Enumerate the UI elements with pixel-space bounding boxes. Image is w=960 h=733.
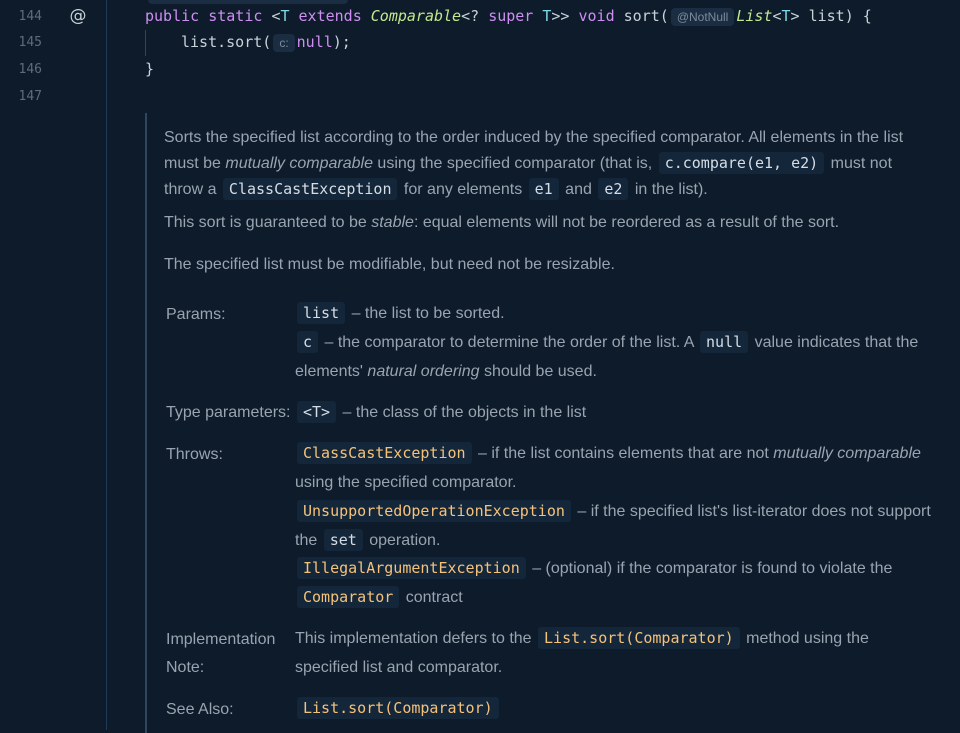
code-snippet: <T> — [297, 401, 337, 423]
see-also: List.sort(Comparator) — [295, 694, 935, 723]
doc-text: – (optional) if the comparator is found … — [527, 560, 893, 577]
doc-text: using the specified comparator (that is, — [372, 155, 657, 172]
doc-text: operation. — [364, 532, 441, 549]
indent-guide — [145, 30, 146, 56]
keyword: null — [296, 33, 333, 51]
code-snippet: c — [297, 331, 319, 353]
code-line-144[interactable]: public static <T extends Comparable<? su… — [145, 7, 872, 26]
exception-link[interactable]: ClassCastException — [297, 442, 472, 464]
type-name: Comparable — [370, 7, 462, 25]
type-params-label: Type parameters: — [166, 404, 291, 421]
implementation-note: This implementation defers to the List.s… — [295, 624, 935, 682]
implementation-note-label: Implementation Note: — [166, 631, 276, 676]
type-name: List — [736, 7, 773, 25]
exception-link[interactable]: UnsupportedOperationException — [297, 500, 571, 522]
throws-illegalargument: IllegalArgumentException – (optional) if… — [295, 554, 935, 612]
exception-link[interactable]: IllegalArgumentException — [297, 557, 526, 579]
params-label: Params: — [166, 306, 226, 323]
type-param-t: <T> – the class of the objects in the li… — [295, 398, 935, 427]
line-number: 145 — [18, 35, 42, 50]
keyword: super — [488, 7, 534, 25]
doc-text: : equal elements will not be reordered a… — [413, 214, 840, 231]
class-link[interactable]: Comparator — [297, 586, 400, 608]
code-snippet: e2 — [598, 178, 629, 200]
doc-text: in the list). — [630, 181, 708, 198]
editor-gutter: 144 145 146 147 @ — [0, 0, 107, 730]
code-snippet: list — [297, 302, 346, 324]
code-text: < — [772, 7, 782, 25]
doc-text: This implementation defers to the — [295, 630, 537, 647]
code-link[interactable]: ClassCastException — [222, 178, 398, 200]
keyword: extends — [289, 7, 371, 25]
throws-unsupported: UnsupportedOperationException – if the s… — [295, 497, 935, 555]
line-number: 144 — [18, 9, 42, 24]
throws-label: Throws: — [166, 446, 223, 463]
doc-paragraph-3: The specified list must be modifiable, b… — [164, 256, 615, 273]
code-text: <? — [461, 7, 489, 25]
code-text: >> — [551, 7, 579, 25]
annotation-at-icon[interactable]: @ — [68, 6, 88, 26]
method-link[interactable]: List.sort(Comparator) — [538, 627, 740, 649]
doc-text: This sort is guaranteed to be — [164, 214, 372, 231]
doc-text: – if the list contains elements that are… — [473, 445, 774, 462]
doc-text: contract — [401, 589, 463, 606]
param-list: list – the list to be sorted. — [295, 299, 935, 328]
code-snippet: null — [700, 331, 749, 353]
doc-text: using the specified comparator. — [295, 474, 517, 491]
code-line-146[interactable]: } — [145, 60, 154, 78]
doc-text: and — [560, 181, 597, 198]
code-text: > list) { — [790, 7, 872, 25]
scrolled-inlay-hint — [148, 0, 348, 4]
code-snippet: c.compare(e1, e2) — [658, 152, 825, 174]
doc-text: – the class of the objects in the list — [338, 404, 587, 421]
type-param: T — [781, 7, 791, 25]
param-c: c – the comparator to determine the orde… — [295, 328, 935, 386]
code-snippet: set — [323, 529, 363, 551]
method-link[interactable]: List.sort(Comparator) — [297, 697, 499, 719]
doc-emphasis: mutually comparable — [773, 445, 921, 462]
code-text: ); — [332, 33, 351, 51]
line-number: 147 — [18, 89, 42, 104]
throws-classcast: ClassCastException – if the list contain… — [295, 439, 935, 497]
code-text: sort( — [614, 7, 669, 25]
param-name-inlay-hint: c: — [273, 34, 295, 52]
doc-text: should be used. — [479, 363, 597, 380]
line-number: 146 — [18, 62, 42, 77]
keyword: void — [578, 7, 615, 25]
doc-paragraph-1: Sorts the specified list according to th… — [164, 125, 934, 203]
code-line-145[interactable]: list.sort(c: null); — [181, 33, 351, 52]
see-also-label: See Also: — [166, 701, 234, 718]
notnull-inlay-hint: @NotNull — [670, 8, 735, 26]
doc-text: for any elements — [399, 181, 527, 198]
doc-text: – the list to be sorted. — [347, 305, 505, 322]
doc-text: – the comparator to determine the order … — [320, 334, 699, 351]
keyword: public static — [145, 7, 272, 25]
doc-emphasis: natural ordering — [367, 363, 480, 380]
code-snippet: e1 — [528, 178, 559, 200]
doc-paragraph-2: This sort is guaranteed to be stable: eq… — [164, 210, 934, 236]
type-param: T — [280, 7, 290, 25]
doc-emphasis: mutually comparable — [225, 155, 373, 172]
doc-emphasis: stable — [371, 214, 414, 231]
code-text: list.sort( — [181, 33, 272, 51]
rendered-javadoc: Sorts the specified list according to th… — [145, 113, 960, 733]
